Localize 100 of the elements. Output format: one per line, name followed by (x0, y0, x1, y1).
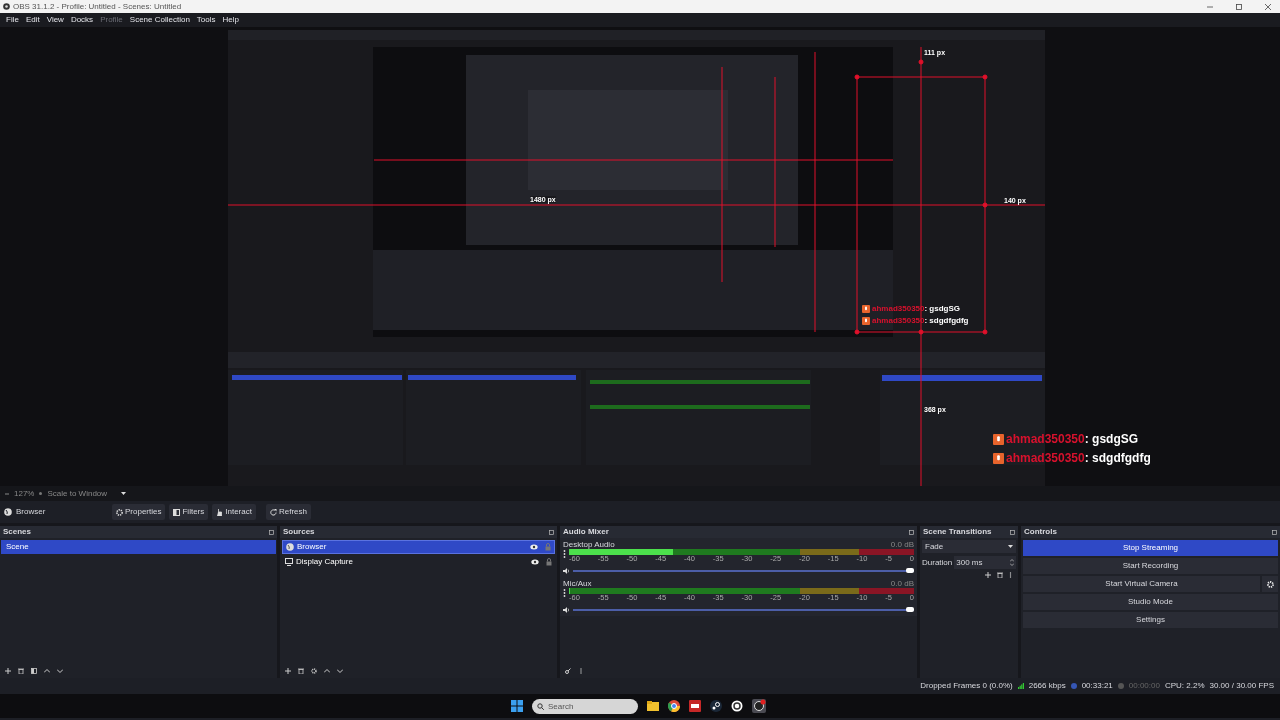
scale-dropdown[interactable]: Scale to Window (47, 489, 127, 498)
menu-item[interactable]: Docks (67, 16, 97, 24)
globe-icon (4, 508, 12, 516)
control-button[interactable]: Start Recording (1023, 558, 1278, 574)
undock-icon[interactable] (909, 529, 914, 535)
more-icon[interactable] (1009, 572, 1012, 578)
browser-icon[interactable] (668, 700, 680, 712)
plus-icon[interactable] (5, 668, 11, 674)
channel-reading: 0.0 dB (890, 540, 914, 549)
channel-reading: 0.0 dB (890, 579, 914, 588)
chat-message: ahmad350350: gsdgSG (872, 305, 961, 313)
source-name: Browser (16, 506, 47, 518)
settings-button[interactable] (1262, 576, 1278, 592)
up-icon[interactable] (44, 668, 50, 674)
control-button[interactable]: Settings (1023, 612, 1278, 628)
search-field[interactable]: Search (532, 698, 638, 714)
volume-slider-thumb[interactable] (906, 607, 914, 612)
refresh-icon (269, 508, 277, 516)
microphone-icon (993, 452, 1004, 464)
menu-item[interactable]: Help (219, 16, 242, 24)
toolbar-button[interactable]: Interact (212, 504, 256, 520)
app-logo-icon (3, 3, 10, 10)
menu-item[interactable]: Scene Collection (126, 16, 193, 24)
filter-icon[interactable] (31, 668, 37, 674)
bitrate: 2666 kbps (1028, 682, 1066, 690)
speaker-icon[interactable] (563, 568, 570, 574)
channel-name: Desktop Audio (563, 540, 615, 549)
zoom-dot-icon[interactable] (39, 492, 43, 495)
more-icon[interactable] (563, 550, 566, 558)
microphone-icon (862, 317, 870, 325)
eye-icon[interactable] (531, 559, 539, 565)
plus-icon[interactable] (285, 668, 291, 674)
close-icon[interactable] (1265, 3, 1271, 10)
dock-title: Controls (1024, 528, 1057, 536)
undock-icon[interactable] (549, 529, 554, 535)
down-icon[interactable] (57, 668, 63, 674)
undock-icon[interactable] (1272, 529, 1277, 535)
source-label: Display Capture (296, 558, 354, 566)
dock-title: Scene Transitions (923, 528, 992, 536)
dropped-frames: Dropped Frames 0 (0.0%) (920, 682, 1013, 690)
window-title: OBS 31.1.2 - Profile: Untitled - Scenes: Untitled (13, 2, 182, 11)
fps: 30.00 / 30.00 FPS (1209, 682, 1274, 690)
video-app-icon[interactable] (689, 700, 701, 712)
source-item[interactable]: Browser (282, 540, 555, 554)
signal-bars-icon (1017, 683, 1024, 689)
undock-icon[interactable] (1010, 529, 1015, 535)
trash-icon[interactable] (298, 668, 304, 674)
menu-item[interactable]: Tools (193, 16, 219, 24)
caret-icon (1008, 545, 1013, 548)
search-icon (537, 702, 544, 710)
volume-slider-thumb[interactable] (906, 568, 914, 573)
cpu-usage: CPU: 2.2% (1164, 682, 1205, 690)
trash-icon[interactable] (18, 668, 24, 674)
up-icon[interactable] (324, 668, 330, 674)
source-label: Browser (297, 543, 328, 551)
microphone-icon (862, 305, 870, 313)
menu-item[interactable]: Edit (22, 16, 43, 24)
pointer-hand-icon (216, 508, 224, 516)
circle-logo-icon[interactable] (731, 700, 743, 712)
spinner-icon (1010, 559, 1014, 566)
chat-message: ahmad350350: sdgdfgdfg (872, 317, 969, 325)
link-icon[interactable] (565, 668, 571, 674)
scene-item[interactable]: Scene (1, 540, 276, 554)
folder-icon[interactable] (647, 701, 659, 711)
duration-label: Duration (922, 558, 953, 567)
down-icon[interactable] (337, 668, 343, 674)
caret-icon (121, 492, 127, 495)
control-button[interactable]: Stop Streaming (1023, 540, 1278, 556)
maximize-icon[interactable] (1236, 3, 1242, 10)
transition-select[interactable]: Fade (922, 540, 1016, 553)
source-item[interactable]: Display Capture (282, 555, 555, 569)
chat-message: ahmad350350: gsdgSG (1006, 433, 1139, 445)
control-button[interactable]: Studio Mode (1023, 594, 1278, 610)
dock-title: Scenes (3, 528, 32, 536)
chat-message: ahmad350350: sdgdfgdfg (1006, 452, 1151, 464)
more-icon[interactable] (563, 589, 566, 597)
undock-icon[interactable] (269, 529, 274, 535)
menu-item[interactable]: View (43, 16, 67, 24)
gear-icon (116, 508, 123, 516)
monitor-icon (285, 558, 293, 566)
filter-icon (173, 508, 181, 516)
dock-title: Audio Mixer (563, 528, 609, 536)
speaker-icon[interactable] (563, 607, 570, 613)
menu-item[interactable]: File (3, 16, 22, 24)
plus-icon[interactable] (985, 572, 991, 578)
gear-icon (1266, 580, 1274, 588)
control-button[interactable]: Start Virtual Camera (1023, 576, 1260, 592)
trash-icon[interactable] (997, 572, 1003, 578)
gear-icon[interactable] (311, 668, 317, 674)
toolbar-button[interactable]: Properties (112, 504, 166, 520)
zoom-level: 127% (14, 489, 35, 498)
duration-field[interactable]: 300 ms (954, 556, 1016, 569)
recorder-app-icon[interactable] (752, 699, 766, 713)
toolbar-button[interactable]: Refresh (265, 504, 311, 520)
steam-icon[interactable] (710, 700, 722, 712)
toolbar-button[interactable]: Filters (169, 504, 209, 520)
lock-icon[interactable] (546, 558, 552, 566)
windows-logo-icon[interactable] (511, 700, 523, 712)
eye-icon[interactable] (530, 544, 538, 550)
record-icon (1117, 683, 1124, 689)
